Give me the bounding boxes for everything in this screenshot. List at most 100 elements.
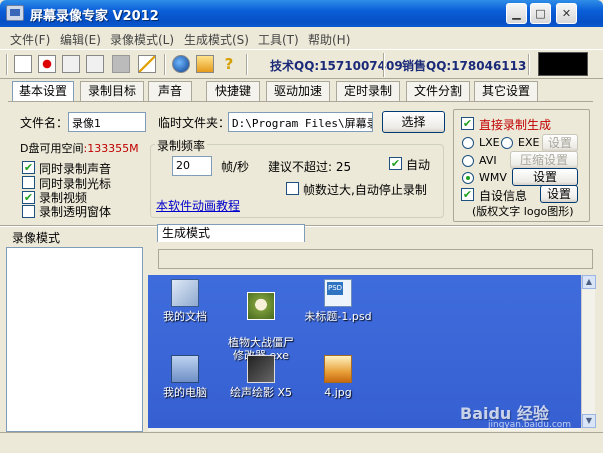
format-avi-label: AVI: [479, 154, 497, 167]
menu-help[interactable]: 帮助(H): [308, 31, 350, 48]
filename-input[interactable]: 录像1: [68, 112, 146, 132]
direct-generate-label: 直接录制生成: [479, 118, 552, 132]
my-computer-icon: [171, 355, 199, 383]
toolbar: ? 技术QQ:1571007409 销售QQ:178046113: [0, 49, 603, 79]
select-folder-button[interactable]: 选择: [382, 111, 445, 133]
tab-basic[interactable]: 基本设置: [12, 81, 74, 102]
auto-fps-label: 自动: [406, 158, 431, 172]
record-video-checkbox[interactable]: ✔: [22, 191, 35, 204]
menu-record-mode[interactable]: 录像模式(L): [110, 31, 174, 48]
title-bar: 屏幕录像专家 V2012 ▁ □ ✕: [0, 0, 603, 27]
format-wmv-label: WMV: [479, 171, 507, 184]
format-lxe-label: LXE: [479, 136, 500, 149]
menu-generate-mode[interactable]: 生成模式(S): [184, 31, 249, 48]
record-cursor-checkbox[interactable]: [22, 176, 35, 189]
temp-folder-label: 临时文件夹：: [158, 116, 231, 130]
menu-edit[interactable]: 编辑(E): [60, 31, 101, 48]
direct-generate-checkbox[interactable]: ✔: [461, 117, 474, 130]
desktop-icon-label: 我的文档: [163, 310, 207, 323]
preview-swatch: [538, 52, 588, 76]
record-mode-label: 录像模式: [12, 231, 61, 245]
tutorial-link[interactable]: 本软件动画教程: [156, 197, 240, 214]
tab-sound[interactable]: 声音: [148, 81, 192, 101]
desktop-icon-label: 我的电脑: [163, 386, 207, 399]
auto-stop-checkbox[interactable]: [286, 182, 299, 195]
new-icon[interactable]: [14, 55, 32, 73]
format-wmv-radio[interactable]: [462, 172, 474, 184]
format-exe-label: EXE: [518, 136, 540, 149]
exe-icon: [247, 292, 275, 320]
format-avi-radio[interactable]: [462, 155, 474, 167]
desktop-icon-jpg[interactable]: 4.jpg: [293, 355, 383, 399]
format-lxe-radio[interactable]: [462, 137, 474, 149]
scroll-down-icon[interactable]: ▼: [582, 414, 596, 428]
custom-info-label: 自设信息: [479, 189, 528, 203]
toolbar-separator: [528, 54, 530, 75]
stop-icon[interactable]: [86, 55, 104, 73]
record-icon[interactable]: [38, 55, 56, 73]
toolbar-separator: [6, 54, 8, 75]
close-button[interactable]: ✕: [556, 3, 577, 24]
record-transparent-checkbox[interactable]: [22, 205, 35, 218]
my-documents-icon: [171, 279, 199, 307]
fps-input[interactable]: 20: [172, 156, 212, 176]
menu-file[interactable]: 文件(F): [10, 31, 50, 48]
tab-generate-mode[interactable]: 生成模式: [157, 224, 305, 242]
menu-tools[interactable]: 工具(T): [258, 31, 299, 48]
toolbar-separator: [246, 54, 248, 75]
tab-hotkeys[interactable]: 快捷键: [206, 81, 260, 101]
preview-vertical-scrollbar[interactable]: ▲ ▼: [581, 275, 596, 428]
toolbar-separator: [383, 53, 385, 77]
desktop-icon-label: 绘声绘影 X5: [229, 386, 293, 399]
custom-info-note: (版权文字 logo图形): [472, 205, 574, 218]
record-mode-list[interactable]: [6, 247, 143, 432]
tab-record-target[interactable]: 录制目标: [80, 81, 144, 101]
pause-icon[interactable]: [62, 55, 80, 73]
fps-limit-hint: 建议不超过: 25: [268, 160, 352, 174]
camera-icon[interactable]: [112, 55, 130, 73]
wmv-settings-button[interactable]: 设置: [512, 168, 578, 186]
pen-icon[interactable]: [138, 55, 156, 73]
menu-bar: 文件(F) 编辑(E) 录像模式(L) 生成模式(S) 工具(T) 帮助(H): [0, 27, 603, 49]
record-transparent-label: 录制透明窗体: [39, 205, 112, 219]
toolbar-separator: [164, 54, 166, 75]
tab-scheduled[interactable]: 定时录制: [336, 81, 400, 101]
compress-settings-button[interactable]: 压缩设置: [510, 151, 578, 169]
preview-timeline[interactable]: [158, 249, 593, 269]
status-bar: [0, 432, 603, 453]
fps-unit-label: 帧/秒: [221, 160, 250, 174]
disk-space-label: D盘可用空间:133355M: [20, 140, 139, 156]
psd-file-icon: [324, 279, 352, 307]
sales-qq-label: 销售QQ:178046113: [402, 59, 527, 73]
settings-icon[interactable]: [196, 55, 214, 73]
record-sound-checkbox[interactable]: ✔: [22, 161, 35, 174]
scroll-up-icon[interactable]: ▲: [582, 275, 596, 289]
desktop-icon-label: 4.jpg: [324, 386, 352, 399]
tab-file-split[interactable]: 文件分割: [406, 81, 470, 101]
filename-label: 文件名：: [20, 116, 69, 130]
desktop-icon-label: 未标题-1.psd: [304, 310, 372, 323]
app-icon: [6, 5, 24, 21]
jpg-file-icon: [324, 355, 352, 383]
help-icon[interactable]: ?: [220, 55, 238, 73]
frequency-group-title: 录制频率: [155, 137, 208, 154]
temp-folder-input[interactable]: D:\Program Files\屏幕录: [228, 112, 373, 132]
window-title: 屏幕录像专家 V2012: [30, 9, 159, 24]
globe-icon[interactable]: [172, 55, 190, 73]
video-editor-icon: [247, 355, 275, 383]
disk-space-caption: D盘可用空间: [20, 142, 84, 155]
watermark-url: jingyan.baidu.com: [488, 420, 572, 430]
exe-settings-button[interactable]: 设置: [542, 134, 578, 152]
custom-info-checkbox[interactable]: ✔: [461, 188, 474, 201]
format-exe-radio[interactable]: [501, 137, 513, 149]
tab-driver-accel[interactable]: 驱动加速: [266, 81, 330, 101]
minimize-button[interactable]: ▁: [506, 3, 527, 24]
tab-panel-border: [8, 101, 593, 102]
custom-info-settings-button[interactable]: 设置: [540, 185, 578, 203]
desktop-icon-psd[interactable]: 未标题-1.psd: [293, 279, 383, 323]
auto-stop-label: 帧数过大,自动停止录制: [303, 183, 427, 197]
tab-other-settings[interactable]: 其它设置: [474, 81, 538, 101]
disk-space-value: :133355M: [83, 142, 139, 155]
maximize-button[interactable]: □: [530, 3, 551, 24]
auto-fps-checkbox[interactable]: ✔: [389, 157, 402, 170]
